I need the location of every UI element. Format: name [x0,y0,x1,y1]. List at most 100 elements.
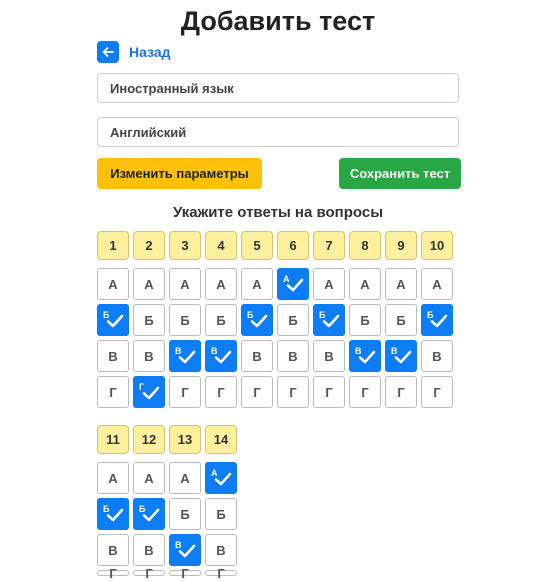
option-letter: В [144,348,154,364]
option-letter: Б [144,312,154,328]
answer-option[interactable]: Г [385,376,417,408]
option-letter: В [216,542,226,558]
option-letter: Г [397,384,405,400]
option-letter: В [108,348,118,364]
answer-option[interactable]: А [385,268,417,300]
option-letter: Б [360,312,370,328]
option-letter: А [180,276,190,292]
checkmark-icon [322,314,340,331]
checkmark-icon [430,314,448,331]
question-number: 14 [205,425,237,454]
answer-option[interactable]: В [421,340,453,372]
answer-option[interactable]: Б [97,304,129,336]
option-letter: А [216,276,226,292]
checkmark-icon [106,508,124,525]
answer-option[interactable]: Г [205,566,237,581]
language-field[interactable]: Английский [97,117,459,147]
answer-option[interactable]: Б [277,304,309,336]
answer-option[interactable]: Б [97,498,129,530]
answer-option[interactable]: А [169,268,201,300]
answer-option[interactable]: А [349,268,381,300]
answer-option[interactable]: Б [421,304,453,336]
back-label[interactable]: Назад [129,44,171,60]
answer-option[interactable]: Г [349,376,381,408]
answer-option[interactable]: А [205,268,237,300]
answer-option[interactable]: В [169,340,201,372]
option-letter: А [180,470,190,486]
answer-option[interactable]: Г [97,376,129,408]
back-link[interactable]: Назад [97,41,171,63]
answer-option[interactable]: Б [349,304,381,336]
answer-option[interactable]: А [277,268,309,300]
answer-option[interactable]: В [385,340,417,372]
option-letter: Г [217,384,225,400]
answer-option[interactable]: В [205,534,237,566]
answer-option[interactable]: Б [205,498,237,530]
answer-option[interactable]: Г [421,376,453,408]
option-letter: А [144,470,154,486]
option-letter: Г [181,384,189,400]
answer-option[interactable]: В [205,340,237,372]
change-params-button[interactable]: Изменить параметры [97,158,262,189]
answer-option[interactable]: В [277,340,309,372]
answer-option[interactable]: В [349,340,381,372]
answer-option[interactable]: Г [313,376,345,408]
option-letter: Г [289,384,297,400]
answer-option[interactable]: В [313,340,345,372]
answer-option[interactable]: Б [385,304,417,336]
question-number: 6 [277,231,309,260]
answer-option[interactable]: А [133,268,165,300]
option-letter: Г [109,565,117,581]
option-letter: Г [145,565,153,581]
answer-option[interactable]: Г [133,376,165,408]
answer-option[interactable]: В [169,534,201,566]
answer-option[interactable]: Г [133,566,165,581]
answer-option[interactable]: А [241,268,273,300]
option-letter: Б [180,506,190,522]
answer-option[interactable]: Б [169,498,201,530]
question-number: 13 [169,425,201,454]
answer-option[interactable]: Б [169,304,201,336]
answer-option[interactable]: А [205,462,237,494]
answer-option[interactable]: В [97,534,129,566]
answer-option[interactable]: А [97,268,129,300]
option-letter: Б [288,312,298,328]
checkmark-icon [250,314,268,331]
answer-option[interactable]: А [313,268,345,300]
answer-option[interactable]: Г [169,376,201,408]
answer-option[interactable]: Г [169,566,201,581]
answer-option[interactable]: Г [277,376,309,408]
answer-option[interactable]: Б [313,304,345,336]
question-number: 11 [97,425,129,454]
option-letter: В [252,348,262,364]
answer-option[interactable]: Б [241,304,273,336]
checkmark-icon [142,508,160,525]
checkmark-icon [214,472,232,489]
option-letter: В [288,348,298,364]
answer-option[interactable]: Б [133,304,165,336]
answer-option[interactable]: Г [97,566,129,581]
option-letter: В [144,542,154,558]
question-number: 2 [133,231,165,260]
answer-option[interactable]: Б [205,304,237,336]
option-letter: А [396,276,406,292]
option-letter: Б [216,312,226,328]
save-test-button[interactable]: Сохранить тест [339,158,461,189]
answer-option[interactable]: А [97,462,129,494]
answer-option[interactable]: В [97,340,129,372]
checkmark-icon [214,350,232,367]
option-letter: А [108,276,118,292]
answer-option[interactable]: Г [241,376,273,408]
option-letter: Б [396,312,406,328]
answer-option[interactable]: А [169,462,201,494]
subject-field[interactable]: Иностранный язык [97,73,459,103]
answer-option[interactable]: В [133,534,165,566]
answer-option[interactable]: В [241,340,273,372]
answer-option[interactable]: А [421,268,453,300]
answer-option[interactable]: Б [133,498,165,530]
answer-option[interactable]: В [133,340,165,372]
answer-option[interactable]: А [133,462,165,494]
answer-option[interactable]: Г [205,376,237,408]
question-number: 12 [133,425,165,454]
arrow-left-icon[interactable] [97,41,119,63]
